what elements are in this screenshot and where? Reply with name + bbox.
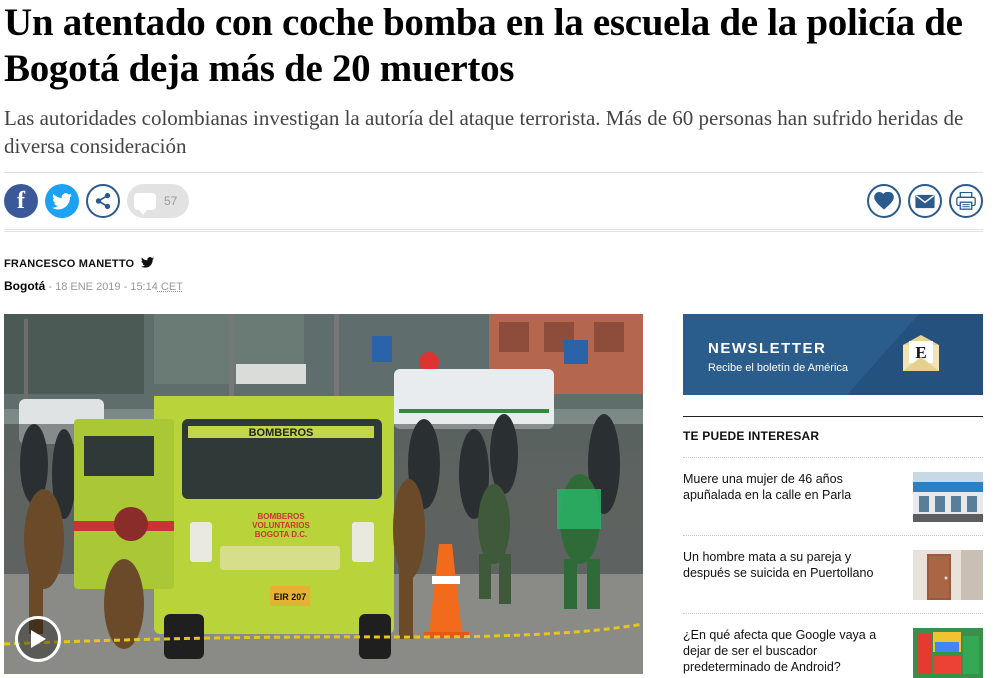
storefront-image [913,472,983,522]
truck-body-line1: BOMBEROS [257,512,305,521]
related-item-title[interactable]: ¿En qué afecta que Google vaya a dejar d… [683,627,898,675]
author-byline: FRANCESCO MANETTO [4,255,155,273]
comment-bubble-icon [134,192,156,215]
email-share-button[interactable] [908,184,942,218]
author-name-link[interactable]: FRANCESCO MANETTO [4,258,134,270]
colorful-booth-image [913,628,983,678]
doorway-image [913,550,983,600]
save-favorite-button[interactable] [867,184,901,218]
print-icon [956,192,976,210]
share-bar-right [860,184,983,218]
twitter-icon [141,257,155,268]
heart-icon [874,192,894,210]
article-subtitle: Las autoridades colombianas investigan l… [4,106,964,158]
fire-truck-scene-image: BOMBEROS BOMBEROS VOLUNTARIOS BOGOTA D.C… [4,314,643,674]
related-item-divider [683,535,983,536]
license-plate: EIR 207 [274,592,307,602]
newsletter-subtitle: Recibe el boletín de América [708,362,849,374]
newsletter-banner[interactable]: NEWSLETTER Recibe el boletín de América … [683,314,983,395]
related-item-divider [683,613,983,614]
truck-body-line3: BOGOTA D.C. [255,530,307,539]
twitter-icon [52,192,72,209]
dateline-separator: - [45,281,56,293]
truck-body-line2: VOLUNTARIOS [252,521,310,530]
video-play-button[interactable] [15,616,61,662]
related-item-1[interactable]: Muere una mujer de 46 años apuñalada en … [683,457,983,522]
publish-date: 18 ENE 2019 - 15:14 [55,281,158,293]
dateline: Bogotá - 18 ENE 2019 - 15:14 CET [4,279,183,293]
play-icon [31,630,46,648]
related-item-3[interactable]: ¿En qué afecta que Google vaya a dejar d… [683,613,983,678]
truck-top-label: BOMBEROS [249,427,314,439]
timezone-label: CET [157,281,183,293]
related-item-thumbnail[interactable] [913,628,983,678]
share-bar-bottom-divider [4,229,983,232]
article-main-photo[interactable]: BOMBEROS BOMBEROS VOLUNTARIOS BOGOTA D.C… [4,314,643,674]
facebook-icon: f [17,187,25,214]
related-item-title[interactable]: Un hombre mata a su pareja y después se … [683,549,898,581]
share-bar-left: f 57 [4,184,189,218]
print-button[interactable] [949,184,983,218]
twitter-share-button[interactable] [45,184,79,218]
comments-button[interactable]: 57 [127,184,189,218]
related-header-divider [683,416,983,417]
related-item-thumbnail[interactable] [913,472,983,522]
related-item-title[interactable]: Muere una mujer de 46 años apuñalada en … [683,471,898,503]
facebook-share-button[interactable]: f [4,184,38,218]
related-item-2[interactable]: Un hombre mata a su pareja y después se … [683,535,983,600]
share-icon [95,192,111,210]
share-bar-top-divider [4,172,983,173]
mail-icon [915,194,935,208]
article-headline: Un atentado con coche bomba en la escuel… [4,1,963,90]
author-twitter-link[interactable] [141,255,155,273]
related-item-divider [683,457,983,458]
envelope-logo-icon: E [903,335,939,371]
related-item-thumbnail[interactable] [913,550,983,600]
newsletter-title: NEWSLETTER [708,340,827,357]
related-heading: TE PUEDE INTERESAR [683,429,820,443]
dateline-city: Bogotá [4,279,46,293]
share-button[interactable] [86,184,120,218]
comment-count: 57 [164,194,178,208]
